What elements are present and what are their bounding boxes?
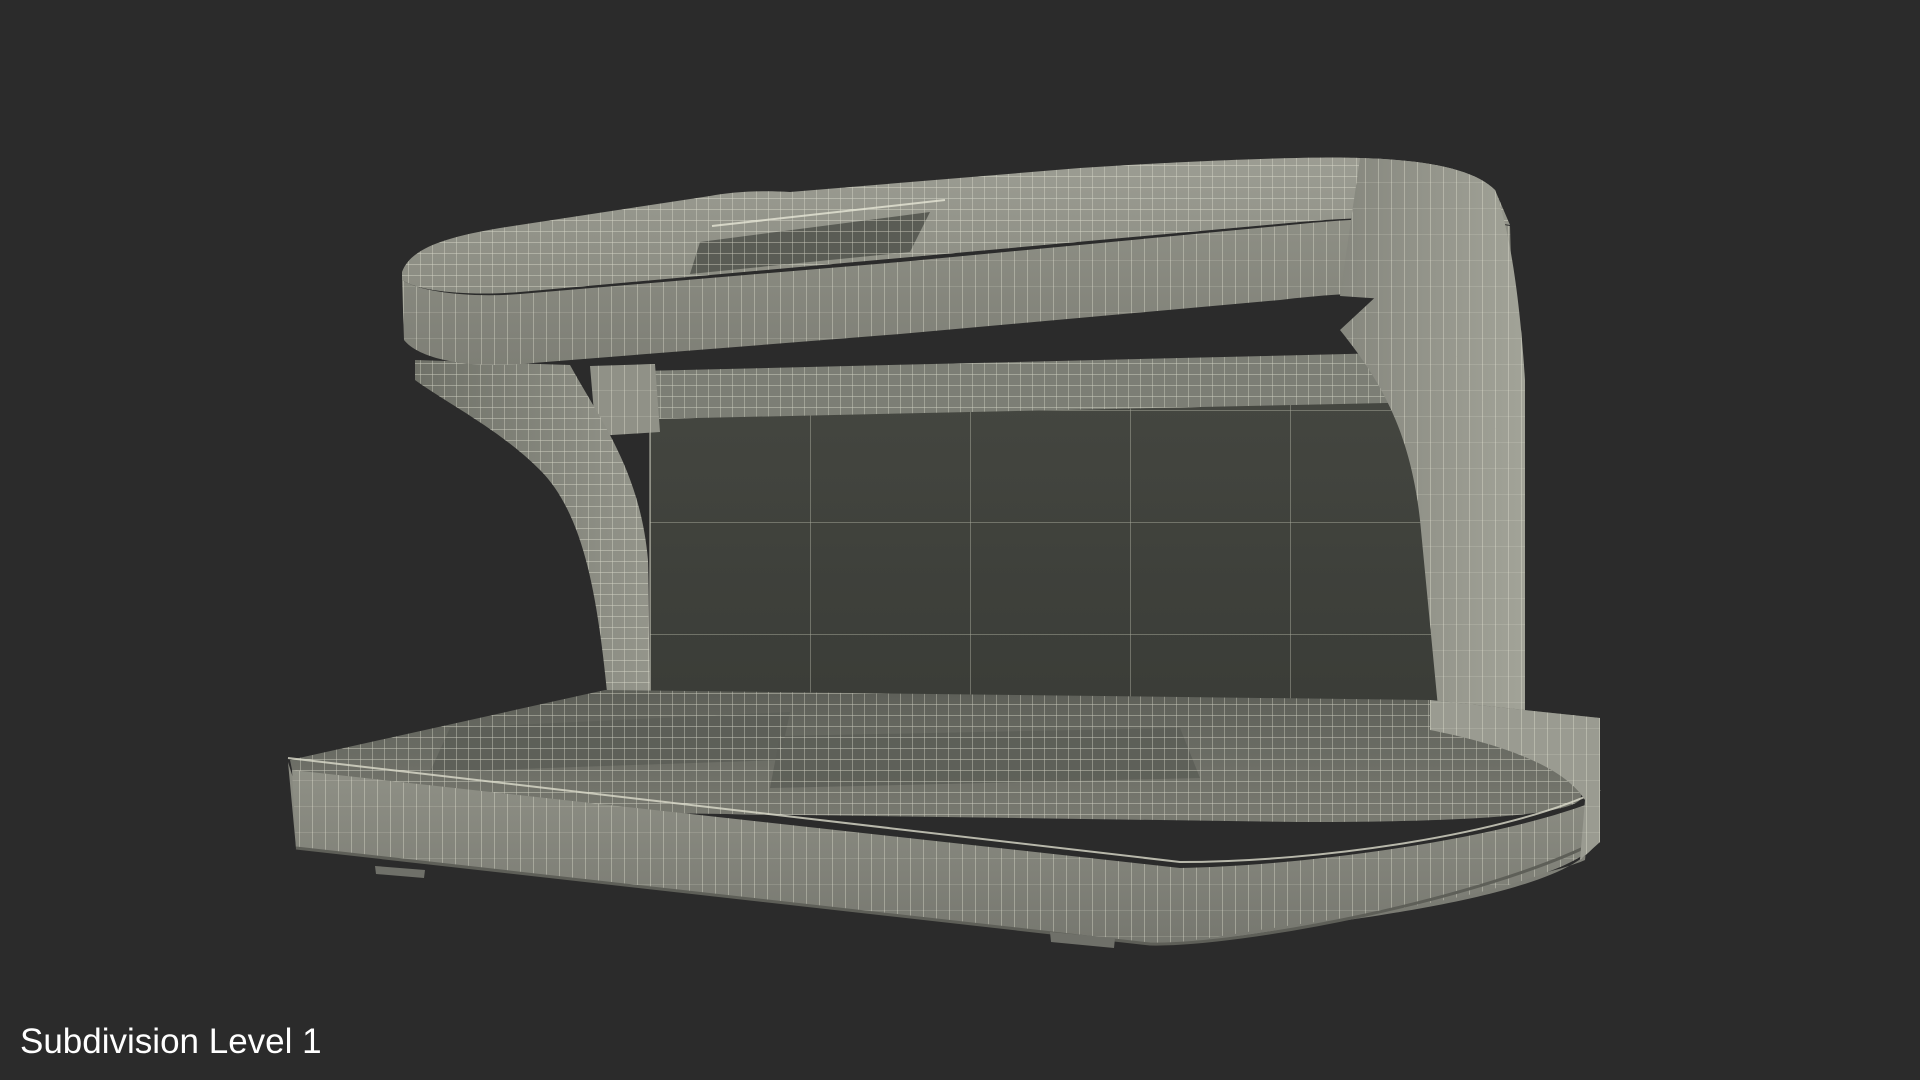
viewport: Subdivision Level 1 bbox=[0, 0, 1920, 1080]
subdivision-level-caption: Subdivision Level 1 bbox=[20, 1022, 322, 1061]
wireframe-model-render bbox=[287, 157, 1601, 948]
